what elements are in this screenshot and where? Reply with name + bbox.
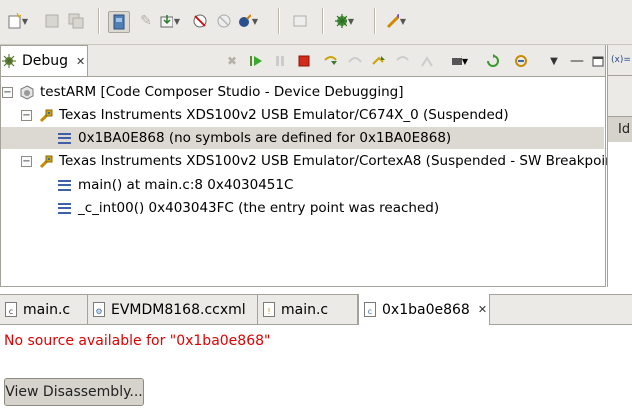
debug-run-icon[interactable]: ▼ — [334, 11, 354, 31]
skip-breakpoints-icon[interactable] — [214, 11, 234, 31]
editor-tab-label: main.c — [23, 301, 71, 318]
tree-item-frame-0x1ba0e868[interactable]: 0x1BA0E868 (no symbols are defined for 0… — [58, 127, 451, 149]
tree-item-core-c674x[interactable]: − Texas Instruments XDS100v2 USB Emulato… — [21, 104, 509, 126]
c-file-icon: c — [364, 302, 376, 317]
load-program-icon[interactable]: ▼ — [160, 11, 180, 31]
main-toolbar: ▼ ✎ ▼ ▼ ▼ ▼ — [0, 0, 632, 45]
stack-frame-icon — [58, 179, 71, 191]
c-file-warning-icon: ! — [263, 302, 275, 317]
close-icon[interactable]: ✕ — [478, 303, 487, 316]
editor-tab-label: EVMDM8168.ccxml — [111, 301, 246, 318]
launch-config-icon — [19, 84, 35, 100]
tree-item-launch[interactable]: − testARM [Code Composer Studio - Device… — [2, 81, 403, 103]
ccxml-file-icon: ⚙ — [93, 302, 105, 317]
tree-item-core-cortexa8[interactable]: − Texas Instruments XDS100v2 USB Emulato… — [21, 150, 624, 172]
external-tools-icon[interactable] — [290, 11, 310, 31]
tree-item-label: Texas Instruments XDS100v2 USB Emulator/… — [59, 153, 625, 169]
tree-item-label: 0x1BA0E868 (no symbols are defined for 0… — [78, 130, 452, 146]
collapse-icon[interactable]: − — [21, 155, 32, 167]
launch-group-icon[interactable]: ▼ — [386, 11, 406, 31]
save-all-icon[interactable] — [66, 11, 86, 31]
breakpoint-toggle-icon[interactable] — [190, 11, 210, 31]
variables-view-partial: (x)= Id — [607, 45, 632, 287]
tree-item-label: main() at main.c:8 0x4030451C — [78, 177, 294, 193]
editor-tab-label: main.c — [281, 301, 329, 318]
connect-icon[interactable]: ✎ — [136, 11, 156, 31]
tools-icon[interactable]: ▼ — [238, 11, 258, 31]
editor-tab-ccxml[interactable]: ⚙ EVMDM8168.ccxml — [88, 294, 258, 325]
variables-icon: (x)= — [611, 55, 631, 65]
c-file-icon: c — [5, 302, 17, 317]
new-icon[interactable]: ▼ — [8, 11, 28, 31]
stack-frame-icon — [58, 202, 71, 214]
debug-target-icon — [38, 107, 54, 123]
save-icon[interactable] — [42, 11, 62, 31]
tree-item-label: Texas Instruments XDS100v2 USB Emulator/… — [59, 107, 509, 123]
tree-item-frame-main[interactable]: main() at main.c:8 0x4030451C — [58, 174, 293, 196]
debug-target-icon — [38, 153, 54, 169]
column-header-id[interactable]: Id — [618, 122, 630, 137]
tree-item-label: testARM [Code Composer Studio - Device D… — [40, 84, 404, 100]
view-disassembly-button[interactable]: View Disassembly... — [4, 378, 144, 406]
collapse-icon[interactable]: − — [2, 86, 13, 98]
editor-tab-label: 0x1ba0e868 — [382, 301, 470, 318]
editor-tab-main-c-2[interactable]: ! main.c — [258, 294, 358, 325]
stack-frame-icon — [58, 132, 71, 144]
tree-item-label: _c_int00() 0x403043FC (the entry point w… — [78, 200, 440, 216]
no-source-message: No source available for "0x1ba0e868" — [4, 333, 271, 349]
collapse-icon[interactable]: − — [21, 109, 32, 121]
editor-tab-main-c[interactable]: c main.c — [0, 294, 88, 325]
editor-tab-0x1ba0e868[interactable]: c 0x1ba0e868 ✕ — [358, 294, 490, 325]
debug-perspective-icon[interactable] — [108, 11, 130, 33]
tree-item-frame-c-int00[interactable]: _c_int00() 0x403043FC (the entry point w… — [58, 197, 439, 219]
